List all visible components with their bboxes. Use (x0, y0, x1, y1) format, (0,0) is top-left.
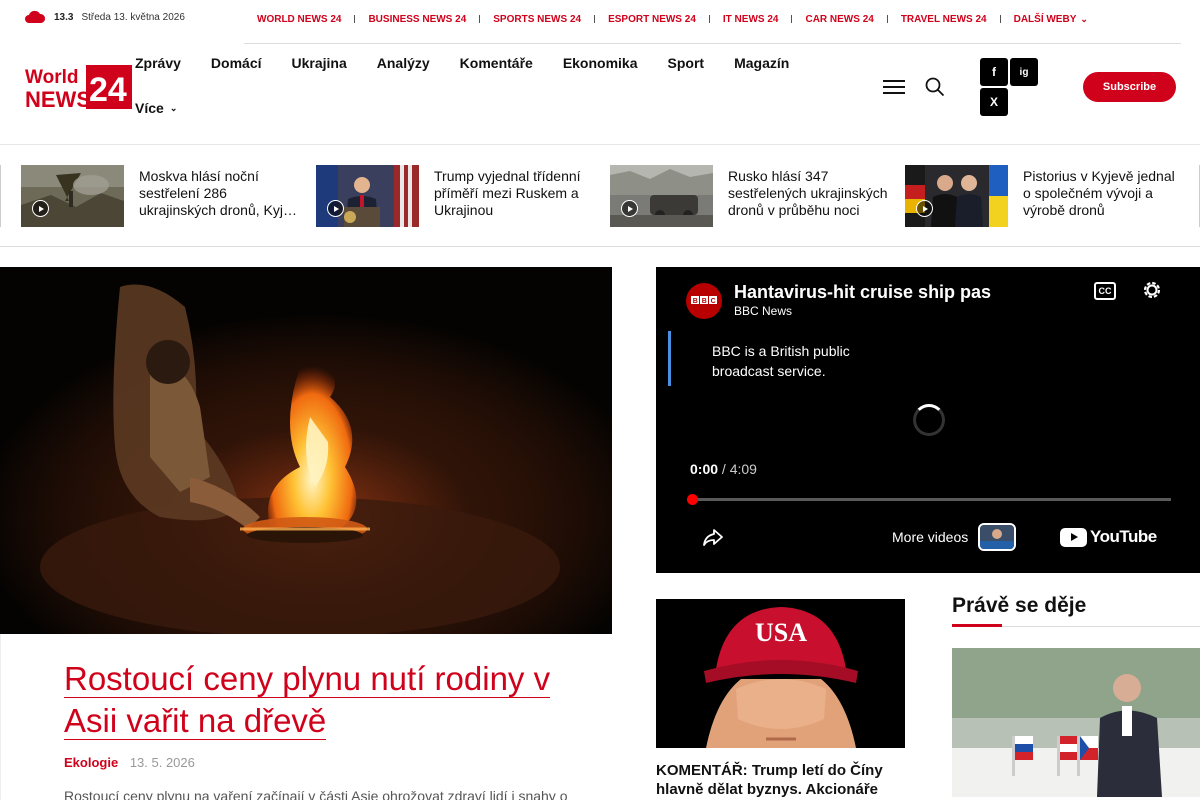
youtube-wordmark: YouTube (1090, 527, 1157, 546)
nav-item-magazin[interactable]: Magazín (734, 55, 789, 71)
site-logo[interactable]: World NEWS 24 (24, 63, 134, 111)
site-link-esport-news[interactable]: ESPORT NEWS 24 (595, 14, 709, 25)
loading-spinner-icon (913, 404, 945, 436)
weather-widget: 13.3 Středa 13. května 2026 (24, 10, 185, 24)
top-divider (244, 43, 1181, 44)
weather-temperature: 13.3 (54, 11, 74, 23)
facebook-icon[interactable]: f (980, 58, 1008, 86)
cap-text: USA (755, 618, 807, 647)
ticker-thumbnail (905, 165, 1008, 227)
ticker-title: Moskva hlásí noční sestřelení 286 ukraji… (139, 168, 297, 218)
play-icon (621, 200, 638, 217)
video-scrubber-handle[interactable] (687, 494, 698, 505)
video-title[interactable]: Hantavirus-hit cruise ship pas (734, 282, 1024, 303)
more-videos-thumbnail[interactable] (978, 523, 1016, 551)
page: 13.3 Středa 13. května 2026 WORLD NEWS 2… (0, 0, 1200, 800)
logo-word-world: World (25, 67, 78, 88)
main-article-title[interactable]: Rostoucí ceny plynu nutí rodiny v Asii v… (64, 658, 609, 742)
share-icon[interactable] (702, 526, 724, 548)
more-sites-label: DALŠÍ WEBY (1013, 13, 1077, 25)
nav-more-label: Více (135, 100, 164, 116)
main-navigation: Zprávy Domácí Ukrajina Analýzy Komentáře… (135, 52, 835, 116)
video-time-display: 0:00 / 4:09 (690, 461, 757, 477)
article-category[interactable]: Ekologie (64, 755, 118, 770)
hamburger-menu-icon[interactable] (883, 80, 905, 96)
site-link-travel-news[interactable]: TRAVEL NEWS 24 (888, 14, 1000, 25)
current-date: Středa 13. května 2026 (81, 11, 185, 23)
subscribe-button[interactable]: Subscribe (1083, 72, 1176, 102)
main-article-image[interactable] (0, 267, 612, 634)
ticker-item[interactable]: Moskva hlásí noční sestřelení 286 ukraji… (21, 165, 303, 227)
nav-item-ukrajina[interactable]: Ukrajina (292, 55, 347, 71)
nav-item-sport[interactable]: Sport (668, 55, 705, 71)
ticker-title: Trump vyjednal třídenní příměří mezi Rus… (434, 168, 581, 218)
ticker-thumbnail (316, 165, 419, 227)
x-twitter-icon[interactable]: X (980, 88, 1008, 116)
ticker-item[interactable]: Pistorius v Kyjevě jednal o společném vý… (905, 165, 1187, 227)
ticker-thumbnail (21, 165, 124, 227)
main-article-title-text: Rostoucí ceny plynu nutí rodiny v Asii v… (64, 660, 551, 740)
ticker-item[interactable]: Trump vyjednal třídenní příměří mezi Rus… (316, 165, 598, 227)
chevron-down-icon: ⌄ (169, 102, 178, 113)
nav-item-zpravy[interactable]: Zprávy (135, 55, 181, 71)
video-channel-name[interactable]: BBC News (734, 304, 792, 318)
play-icon (327, 200, 344, 217)
comment-article-title[interactable]: KOMENTÁŘ: Trump letí do Číny hlavně děla… (656, 761, 905, 799)
bbc-channel-avatar[interactable]: B B C (686, 283, 722, 319)
more-sites-dropdown[interactable]: DALŠÍ WEBY ⌄ (1001, 14, 1101, 25)
youtube-logo[interactable]: YouTube (1060, 527, 1157, 547)
instagram-icon[interactable]: ig (1010, 58, 1038, 86)
news-ticker: Moskva hlásí noční sestřelení 286 ukraji… (0, 145, 1200, 247)
logo-number: 24 (89, 71, 127, 109)
settings-gear-icon[interactable] (1141, 279, 1163, 301)
article-date: 13. 5. 2026 (129, 755, 195, 770)
cloud-icon (25, 10, 46, 23)
site-link-it-news[interactable]: IT NEWS 24 (710, 14, 792, 25)
logo-word-news: NEWS (25, 87, 91, 111)
nav-item-komentare[interactable]: Komentáře (460, 55, 533, 71)
nav-item-more[interactable]: Více ⌄ (135, 100, 835, 116)
more-videos-button[interactable]: More videos (892, 529, 968, 545)
network-sites-menu: WORLD NEWS 24 BUSINESS NEWS 24 SPORTS NE… (244, 0, 1181, 38)
nav-item-ekonomika[interactable]: Ekonomika (563, 55, 638, 71)
play-icon (916, 200, 933, 217)
site-link-car-news[interactable]: CAR NEWS 24 (792, 14, 886, 25)
site-link-world-news[interactable]: WORLD NEWS 24 (244, 14, 354, 25)
ticker-title: Pistorius v Kyjevě jednal o společném vý… (1023, 168, 1175, 218)
site-link-business-news[interactable]: BUSINESS NEWS 24 (355, 14, 479, 25)
svg-text:B: B (693, 298, 698, 305)
video-current-time: 0:00 (690, 461, 719, 477)
section-accent-line (952, 624, 1002, 627)
video-player[interactable]: B B C Hantavirus-hit cruise ship pas BBC… (656, 267, 1200, 573)
ticker-item[interactable]: Rusko hlásí 347 sestřelených ukrajinskýc… (610, 165, 892, 227)
youtube-play-icon (1060, 527, 1087, 547)
ticker-title: Rusko hlásí 347 sestřelených ukrajinskýc… (728, 168, 888, 218)
chevron-down-icon: ⌄ (1080, 13, 1088, 24)
top-bar: 13.3 Středa 13. května 2026 WORLD NEWS 2… (0, 0, 1200, 38)
svg-text:C: C (711, 298, 716, 305)
happening-now-heading: Právě se děje (952, 594, 1087, 617)
video-progress-bar[interactable] (692, 498, 1171, 501)
search-icon[interactable] (925, 77, 945, 97)
article-excerpt: Rostoucí ceny plynu na vaření začínají v… (64, 788, 568, 800)
broadcaster-info-panel: BBC is a British public broadcast servic… (668, 331, 888, 386)
article-meta: Ekologie 13. 5. 2026 (64, 755, 195, 770)
play-icon (32, 200, 49, 217)
closed-captions-button[interactable]: CC (1094, 282, 1116, 300)
nav-item-analyzy[interactable]: Analýzy (377, 55, 430, 71)
site-link-sports-news[interactable]: SPORTS NEWS 24 (480, 14, 594, 25)
ticker-edge (0, 165, 1, 227)
comment-article-image[interactable]: USA (656, 599, 905, 748)
ticker-thumbnail (610, 165, 713, 227)
happening-now-image[interactable] (952, 648, 1200, 797)
video-duration: 4:09 (729, 461, 757, 477)
svg-text:B: B (702, 298, 707, 305)
nav-item-domaci[interactable]: Domácí (211, 55, 262, 71)
